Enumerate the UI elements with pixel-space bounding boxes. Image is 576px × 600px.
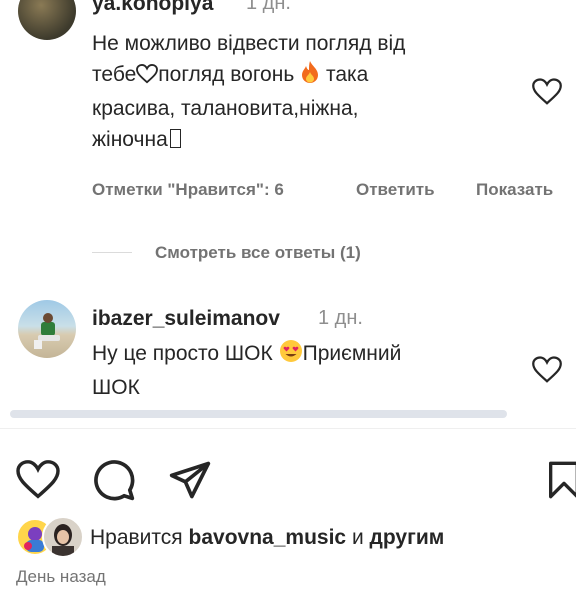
- heart-icon: [532, 78, 562, 105]
- avatar-photo: [52, 524, 74, 556]
- comment-text-part: Приємний: [302, 342, 402, 365]
- like-post-button[interactable]: [16, 460, 60, 505]
- heart-eyes-emoji-icon: [279, 339, 303, 372]
- likes-summary[interactable]: Нравится bavovna_music и другим: [90, 526, 444, 550]
- likes-others-link[interactable]: другим: [370, 526, 445, 549]
- comment-icon: [94, 460, 135, 501]
- liker-username[interactable]: bavovna_music: [189, 526, 347, 549]
- missing-glyph-box: [169, 129, 181, 148]
- comment-line: Не можливо відвести погляд від: [92, 32, 406, 55]
- comment-text-part: тебе: [92, 63, 137, 86]
- heart-outline-emoji-icon: [136, 62, 159, 93]
- view-replies-divider: [92, 252, 132, 253]
- comment-line: Ну це просто ШОК Приємний: [92, 338, 512, 372]
- commenter-avatar[interactable]: [18, 0, 76, 40]
- comment-like-button[interactable]: [532, 78, 562, 106]
- view-replies-button[interactable]: Смотреть все ответы (1): [155, 243, 361, 263]
- comment-username[interactable]: ya.konopiya: [92, 0, 213, 16]
- comment-timestamp: 1 дн.: [246, 0, 291, 14]
- comment-like-button[interactable]: [532, 356, 562, 384]
- post-date: День назад: [16, 567, 106, 586]
- comments-horizontal-scrollbar[interactable]: [10, 410, 507, 418]
- share-icon: [169, 461, 211, 499]
- comment-show-translation-button[interactable]: Показать: [476, 180, 553, 200]
- comment-line: ШОК: [92, 376, 140, 399]
- bookmark-icon: [549, 461, 576, 499]
- comment-text-part: Ну це просто ШОК: [92, 342, 273, 365]
- comment-line: жіночна: [92, 124, 512, 155]
- comment-reply-button[interactable]: Ответить: [356, 180, 435, 200]
- heart-icon: [532, 356, 562, 383]
- commenter-avatar[interactable]: [18, 300, 76, 358]
- liker-avatar[interactable]: [42, 516, 84, 558]
- comment-post-button[interactable]: [92, 458, 136, 507]
- fire-emoji-icon: [300, 60, 320, 93]
- section-divider: [0, 428, 576, 429]
- comment-text-part: така: [325, 63, 369, 86]
- comment-text-part: жіночна: [92, 128, 168, 151]
- likes-conjunction: и: [351, 526, 364, 549]
- likes-prefix: Нравится: [90, 526, 183, 549]
- comment-text: Ну це просто ШОК Приємний ШОК: [92, 338, 512, 403]
- comment-line: тебе погляд вогонь така: [92, 59, 512, 93]
- share-post-button[interactable]: [168, 458, 212, 507]
- comment-text-part: погляд вогонь: [158, 63, 295, 86]
- avatar-figure: [34, 313, 60, 349]
- comment-likes-count[interactable]: Отметки "Нравится": 6: [92, 180, 284, 200]
- comment-timestamp: 1 дн.: [318, 307, 363, 329]
- comment-line: красива, талановита,ніжна,: [92, 97, 359, 120]
- save-post-button[interactable]: [546, 460, 576, 505]
- comment-text: Не можливо відвести погляд від тебе погля…: [92, 28, 512, 155]
- comment-username[interactable]: ibazer_suleimanov: [92, 307, 280, 331]
- heart-icon: [16, 460, 60, 499]
